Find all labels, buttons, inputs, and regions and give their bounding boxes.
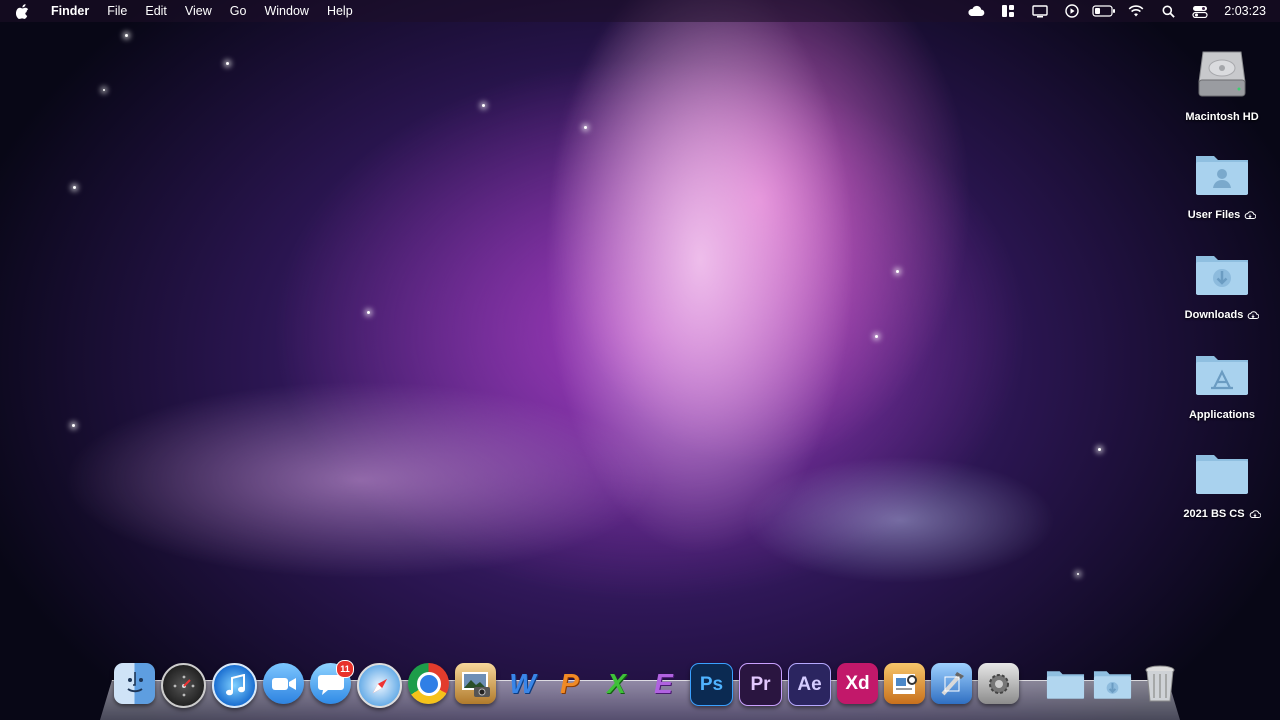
- cloud-icon[interactable]: [960, 0, 992, 22]
- xcode-icon[interactable]: [931, 663, 972, 704]
- dashboard-icon[interactable]: [161, 663, 206, 708]
- premiere-icon[interactable]: Pr: [739, 663, 782, 706]
- hard-drive-icon: [1195, 46, 1249, 105]
- menu-edit[interactable]: Edit: [136, 0, 176, 22]
- photoshop-icon[interactable]: Ps: [690, 663, 733, 706]
- icloud-status-icon: [1248, 311, 1260, 319]
- desktop-icon-user-files[interactable]: User Files: [1172, 150, 1272, 221]
- safari-icon[interactable]: [357, 663, 402, 708]
- menu-help[interactable]: Help: [318, 0, 362, 22]
- system-preferences-icon[interactable]: [978, 663, 1019, 704]
- menu-go[interactable]: Go: [221, 0, 256, 22]
- word-icon[interactable]: W: [502, 663, 543, 704]
- menu-app-name[interactable]: Finder: [42, 0, 98, 22]
- word-icon-letter: W: [509, 667, 536, 699]
- onenote-icon-letter: E: [654, 667, 673, 699]
- premiere-icon-letters: Pr: [750, 673, 771, 695]
- iphoto-icon[interactable]: [455, 663, 496, 704]
- folder-icon: [1193, 449, 1251, 502]
- messages-icon[interactable]: 11: [310, 660, 354, 704]
- facetime-icon[interactable]: [263, 663, 304, 704]
- desktop-icon-downloads[interactable]: Downloads: [1172, 250, 1272, 321]
- dock: 11 W P X E Ps Pr Ae Xd: [0, 0, 1280, 720]
- xd-icon-letters: Xd: [845, 672, 870, 694]
- user-folder-icon: [1193, 150, 1251, 203]
- after-effects-icon-letters: Ae: [797, 673, 822, 695]
- itunes-icon[interactable]: [212, 663, 257, 708]
- desktop-icon-macintosh-hd[interactable]: Macintosh HD: [1172, 46, 1272, 123]
- desktop-icon-label: Downloads: [1184, 309, 1244, 321]
- desktop-icon-label: 2021 BS CS: [1183, 508, 1245, 520]
- applications-folder-icon: [1193, 350, 1251, 403]
- xd-icon[interactable]: Xd: [837, 663, 878, 704]
- control-center-icon[interactable]: [1184, 0, 1216, 22]
- downloads-stack-icon[interactable]: [1092, 663, 1133, 704]
- folder-icon[interactable]: [1045, 663, 1086, 704]
- desktop-icon-label: Applications: [1188, 409, 1255, 421]
- display-icon[interactable]: [1024, 0, 1056, 22]
- wallpaper-stars: [0, 0, 1280, 720]
- apple-logo-icon[interactable]: [12, 3, 32, 19]
- downloads-folder-icon: [1193, 250, 1251, 303]
- menu-window[interactable]: Window: [255, 0, 317, 22]
- onenote-icon[interactable]: E: [643, 663, 684, 704]
- battery-icon[interactable]: [1088, 0, 1120, 22]
- trash-icon[interactable]: [1139, 663, 1180, 704]
- dashboard-icon[interactable]: [992, 0, 1024, 22]
- menu-file[interactable]: File: [98, 0, 136, 22]
- icloud-status-icon: [1249, 510, 1261, 518]
- powerpoint-icon[interactable]: P: [549, 663, 590, 704]
- dock-separator: [1025, 663, 1039, 708]
- after-effects-icon[interactable]: Ae: [788, 663, 831, 706]
- desktop-icon-applications[interactable]: Applications: [1172, 350, 1272, 421]
- desktop-icon-label: Macintosh HD: [1185, 111, 1259, 123]
- menu-bar: Finder File Edit View Go Window Help 2:0…: [0, 0, 1280, 22]
- play-icon[interactable]: [1056, 0, 1088, 22]
- search-icon[interactable]: [1152, 0, 1184, 22]
- excel-icon[interactable]: X: [596, 663, 637, 704]
- menu-clock[interactable]: 2:03:23: [1224, 4, 1266, 18]
- icloud-status-icon: [1245, 211, 1257, 219]
- excel-icon-letter: X: [607, 667, 626, 699]
- chrome-icon[interactable]: [408, 663, 449, 704]
- menu-view[interactable]: View: [176, 0, 221, 22]
- desktop-icon-label: User Files: [1187, 209, 1241, 221]
- finder-icon[interactable]: [114, 663, 155, 704]
- photoshop-icon-letters: Ps: [699, 673, 724, 695]
- powerpoint-icon-letter: P: [560, 667, 579, 699]
- wifi-icon[interactable]: [1120, 0, 1152, 22]
- desktop-icon-2021-bs-cs[interactable]: 2021 BS CS: [1172, 449, 1272, 520]
- messages-badge: 11: [336, 660, 354, 678]
- preview-icon[interactable]: [884, 663, 925, 704]
